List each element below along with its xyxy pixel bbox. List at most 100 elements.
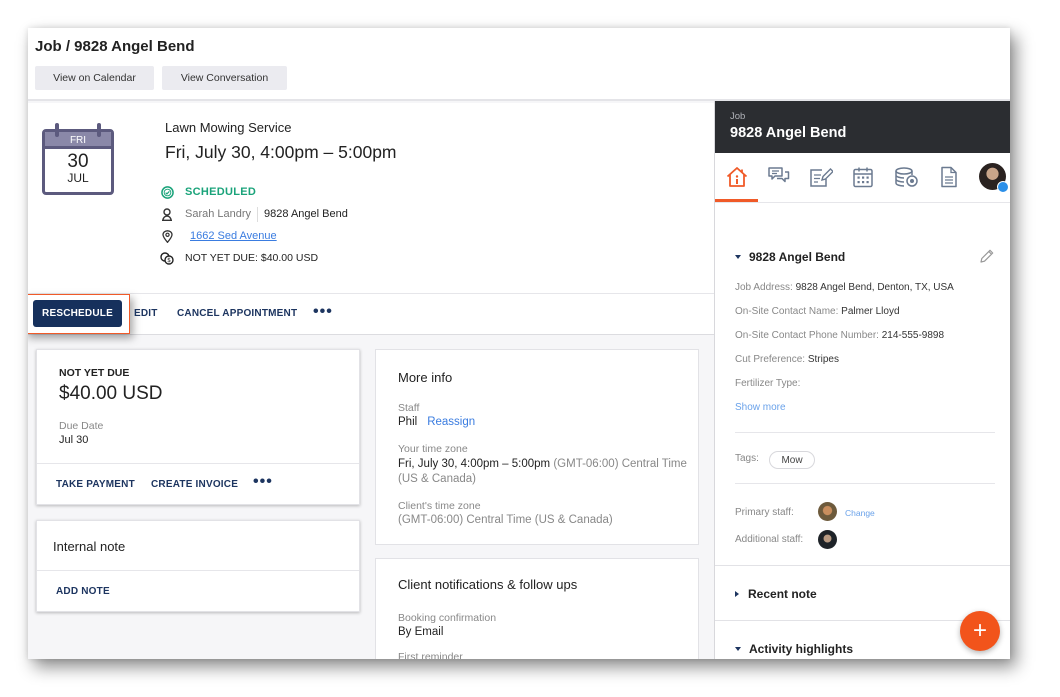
payment-card: NOT YET DUE $40.00 USD Due Date Jul 30 T…: [36, 349, 360, 505]
staff-row: Phil Reassign: [398, 416, 475, 428]
client-name[interactable]: Sarah Landry: [185, 208, 251, 220]
check-circle-icon: [160, 185, 174, 199]
divider: [37, 570, 359, 571]
view-conversation-button[interactable]: View Conversation: [162, 66, 287, 90]
your-timezone-time: Fri, July 30, 4:00pm – 5:00pm: [398, 458, 551, 470]
field-value: Stripes: [807, 354, 839, 365]
divider: [37, 463, 359, 464]
add-fab-button[interactable]: +: [960, 611, 1000, 651]
caret-right-icon: [735, 591, 739, 597]
map-pin-icon: [160, 229, 174, 243]
caret-down-icon: [735, 647, 741, 651]
internal-note-card: Internal note ADD NOTE: [36, 520, 360, 612]
your-timezone-value: Fri, July 30, 4:00pm – 5:00pm (GMT-06:00…: [398, 457, 688, 487]
field-label: Cut Preference:: [735, 354, 806, 365]
internal-note-title: Internal note: [53, 539, 126, 554]
panel-header: Job 9828 Angel Bend: [715, 101, 1010, 153]
create-invoice-button[interactable]: CREATE INVOICE: [151, 479, 238, 490]
first-reminder-label: First reminder: [398, 651, 463, 659]
tab-schedule[interactable]: [848, 162, 878, 192]
payment-label: NOT YET DUE: [59, 367, 130, 379]
edit-button[interactable]: EDIT: [134, 308, 158, 319]
reassign-link[interactable]: Reassign: [427, 416, 475, 428]
staff-label: Staff: [398, 402, 420, 414]
appointment-actions: RESCHEDULE EDIT CANCEL APPOINTMENT •••: [28, 293, 714, 335]
panel-title: 9828 Angel Bend: [730, 125, 847, 141]
more-actions-button[interactable]: •••: [313, 303, 333, 321]
main-content: FRI 30 JUL Lawn Mowing Service Fri, July…: [28, 103, 714, 659]
address-section-title: 9828 Angel Bend: [749, 250, 846, 264]
field-contact-phone: On-Site Contact Phone Number: 214-555-98…: [735, 330, 944, 341]
divider: [715, 565, 1010, 566]
client-timezone-label: Client's time zone: [398, 500, 481, 512]
payment-row: $ NOT YET DUE: $40.00 USD: [160, 249, 318, 267]
coins-icon: $: [160, 251, 174, 265]
address-link[interactable]: 1662 Sed Avenue: [190, 230, 277, 242]
more-info-title: More info: [398, 370, 453, 385]
tab-payments[interactable]: [891, 162, 921, 192]
appointment-summary: FRI 30 JUL Lawn Mowing Service Fri, July…: [28, 103, 714, 293]
cancel-appointment-button[interactable]: CANCEL APPOINTMENT: [177, 308, 297, 319]
panel-subtitle: Job: [730, 111, 746, 122]
tag-chip[interactable]: Mow: [769, 451, 815, 469]
address-section-toggle[interactable]: 9828 Angel Bend: [735, 250, 845, 264]
client-avatar[interactable]: [979, 163, 1009, 193]
divider: [257, 206, 259, 222]
additional-staff-avatar: [818, 530, 837, 549]
reschedule-button[interactable]: RESCHEDULE: [33, 300, 122, 327]
staff-value: Phil: [398, 416, 418, 428]
payment-more-button[interactable]: •••: [253, 473, 273, 491]
tab-documents[interactable]: [934, 162, 964, 192]
active-tab-indicator: [715, 199, 758, 202]
page-header: Job / 9828 Angel Bend View on Calendar V…: [28, 28, 1010, 101]
edit-note-icon: [810, 168, 833, 187]
calendar-day: 30: [67, 151, 89, 172]
additional-staff-label: Additional staff:: [735, 534, 804, 545]
view-on-calendar-button[interactable]: View on Calendar: [35, 66, 154, 90]
calendar-month: JUL: [67, 171, 89, 185]
activity-highlights-toggle[interactable]: Activity highlights: [735, 642, 853, 656]
person-icon: [160, 207, 174, 221]
show-more-link[interactable]: Show more: [735, 402, 786, 413]
field-contact-name: On-Site Contact Name: Palmer Lloyd: [735, 306, 900, 317]
app-window: Job / 9828 Angel Bend View on Calendar V…: [28, 28, 1010, 659]
notifications-title: Client notifications & follow ups: [398, 577, 578, 592]
primary-staff-label: Primary staff:: [735, 507, 794, 518]
client-timezone-value: (GMT-06:00) Central Time (US & Canada): [398, 514, 613, 526]
field-job-address: Job Address: 9828 Angel Bend, Denton, TX…: [735, 282, 954, 293]
tab-notes[interactable]: [806, 162, 836, 192]
field-value: 214-555-9898: [881, 330, 945, 341]
field-cut-preference: Cut Preference: Stripes: [735, 354, 839, 365]
status-row: SCHEDULED: [160, 183, 256, 201]
document-icon: [941, 166, 957, 188]
edit-pencil-icon[interactable]: [979, 248, 995, 269]
field-label: On-Site Contact Name:: [735, 306, 839, 317]
field-label: On-Site Contact Phone Number:: [735, 330, 879, 341]
add-note-button[interactable]: ADD NOTE: [56, 586, 110, 597]
change-staff-link[interactable]: Change: [845, 508, 875, 518]
appointment-time: Fri, July 30, 4:00pm – 5:00pm: [165, 142, 397, 162]
calendar-icon: [853, 167, 873, 188]
more-info-card: More info Staff Phil Reassign Your time z…: [375, 349, 699, 545]
booking-confirmation-label: Booking confirmation: [398, 612, 497, 624]
tags-label: Tags:: [735, 453, 759, 464]
booking-confirmation-value: By Email: [398, 626, 444, 638]
panel-tabs: [715, 153, 1010, 203]
status-badge: SCHEDULED: [185, 186, 257, 198]
take-payment-button[interactable]: TAKE PAYMENT: [56, 479, 135, 490]
client-row: Sarah Landry 9828 Angel Bend: [160, 205, 348, 223]
tab-conversation[interactable]: [764, 162, 794, 192]
tab-details[interactable]: [722, 162, 752, 192]
recent-note-toggle[interactable]: Recent note: [735, 587, 817, 601]
home-info-icon: [726, 167, 748, 187]
caret-down-icon: [735, 255, 741, 259]
payment-amount: $40.00 USD: [59, 383, 163, 404]
field-label: Job Address:: [735, 282, 793, 293]
divider: [735, 432, 995, 433]
page-title: Job / 9828 Angel Bend: [35, 38, 195, 55]
field-value: Palmer Lloyd: [841, 306, 900, 317]
location-name: 9828 Angel Bend: [264, 208, 348, 220]
divider: [735, 483, 995, 484]
notifications-card: Client notifications & follow ups Bookin…: [375, 558, 699, 659]
service-name: Lawn Mowing Service: [165, 120, 292, 135]
